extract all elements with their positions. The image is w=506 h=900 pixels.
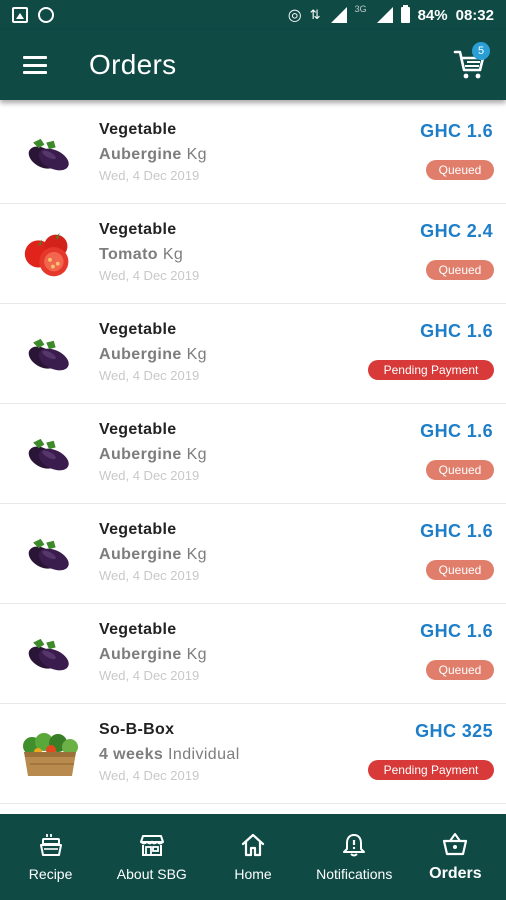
order-item-unit: Kg <box>186 346 207 363</box>
order-date: Wed, 4 Dec 2019 <box>99 268 200 283</box>
order-price: GHC 1.6 <box>420 521 493 541</box>
aubergine-image <box>18 420 82 484</box>
nav-recipe-label: Recipe <box>28 866 73 882</box>
order-row[interactable]: Vegetable Aubergine Kg Wed, 4 Dec 2019 G… <box>0 304 506 404</box>
order-item-line: Aubergine Kg <box>99 146 207 164</box>
order-row[interactable]: Vegetable Aubergine Kg Wed, 4 Dec 2019 G… <box>0 404 506 504</box>
page-title: Orders <box>89 49 177 80</box>
aubergine-image <box>18 620 82 684</box>
image-notification-icon <box>12 7 28 23</box>
signal-icon <box>329 7 347 23</box>
order-item-name: Aubergine <box>99 446 182 463</box>
order-price: GHC 325 <box>415 721 493 741</box>
store-icon <box>139 835 164 856</box>
home-icon <box>241 833 265 857</box>
order-category: Vegetable <box>99 121 177 138</box>
order-item-line: Aubergine Kg <box>99 446 207 464</box>
order-date: Wed, 4 Dec 2019 <box>99 368 200 383</box>
order-price: GHC 1.6 <box>420 421 493 441</box>
order-row[interactable]: Vegetable Aubergine Kg Wed, 4 Dec 2019 G… <box>0 604 506 704</box>
order-date: Wed, 4 Dec 2019 <box>99 468 200 483</box>
clock: 08:32 <box>455 6 494 24</box>
basket-icon <box>443 833 468 856</box>
order-item-name: 4 weeks <box>99 746 164 763</box>
nav-orders-label: Orders <box>429 865 482 882</box>
aubergine-image <box>18 120 82 184</box>
bell-icon <box>343 834 366 857</box>
order-item-name: Aubergine <box>99 346 182 363</box>
status-bar: ◎ ⇅ 3G 84% 08:32 <box>0 0 506 30</box>
hotspot-icon: ◎ <box>287 7 302 24</box>
order-item-line: Tomato Kg <box>99 246 183 264</box>
order-item-name: Aubergine <box>99 646 182 663</box>
app-bar: Orders 5 <box>0 30 506 100</box>
order-item-unit: Kg <box>186 446 207 463</box>
order-date: Wed, 4 Dec 2019 <box>99 768 200 783</box>
order-price: GHC 2.4 <box>420 221 493 241</box>
order-item-line: 4 weeks Individual <box>99 746 240 764</box>
network-type-label: 3G <box>354 4 367 14</box>
order-item-name: Aubergine <box>99 546 182 563</box>
status-badge: Queued <box>426 160 494 180</box>
status-badge: Queued <box>426 560 494 580</box>
cart-button[interactable]: 5 <box>452 42 490 82</box>
status-badge: Queued <box>426 260 494 280</box>
order-category: Vegetable <box>99 221 177 238</box>
nav-about[interactable]: About SBG <box>101 814 202 900</box>
order-price: GHC 1.6 <box>420 621 493 641</box>
order-price: GHC 1.6 <box>420 321 493 341</box>
nav-orders[interactable]: Orders <box>405 814 506 900</box>
data-transfer-icon: ⇅ <box>309 7 321 22</box>
order-row[interactable]: Vegetable Aubergine Kg Wed, 4 Dec 2019 G… <box>0 504 506 604</box>
order-item-unit: Individual <box>168 746 240 763</box>
order-category: Vegetable <box>99 421 177 438</box>
vegetable-box-image <box>18 720 82 784</box>
nav-recipe[interactable]: Recipe <box>0 814 101 900</box>
order-item-line: Aubergine Kg <box>99 646 207 664</box>
bottom-navigation: Recipe About SBG Home Notifications Orde… <box>0 814 506 900</box>
orders-list: Vegetable Aubergine Kg Wed, 4 Dec 2019 G… <box>0 104 506 804</box>
order-item-unit: Kg <box>186 146 207 163</box>
nav-about-label: About SBG <box>116 866 187 882</box>
hamburger-menu-icon[interactable] <box>23 56 47 74</box>
order-date: Wed, 4 Dec 2019 <box>99 668 200 683</box>
order-item-unit: Kg <box>186 546 207 563</box>
settings-notification-icon <box>38 7 54 23</box>
aubergine-image <box>18 520 82 584</box>
order-category: Vegetable <box>99 321 177 338</box>
order-item-name: Tomato <box>99 246 158 263</box>
nav-notifications[interactable]: Notifications <box>304 814 405 900</box>
aubergine-image <box>18 320 82 384</box>
status-badge: Queued <box>426 660 494 680</box>
status-badge: Pending Payment <box>368 760 494 780</box>
battery-percent: 84% <box>417 6 448 24</box>
status-badge: Queued <box>426 460 494 480</box>
order-category: So-B-Box <box>99 721 175 738</box>
recipe-icon <box>39 834 62 856</box>
cart-count-badge: 5 <box>472 42 490 60</box>
order-row[interactable]: Vegetable Aubergine Kg Wed, 4 Dec 2019 G… <box>0 104 506 204</box>
order-category: Vegetable <box>99 521 177 538</box>
order-item-name: Aubergine <box>99 146 182 163</box>
order-row[interactable]: So-B-Box 4 weeks Individual Wed, 4 Dec 2… <box>0 704 506 804</box>
order-item-line: Aubergine Kg <box>99 546 207 564</box>
order-item-line: Aubergine Kg <box>99 346 207 364</box>
order-item-unit: Kg <box>162 246 184 263</box>
battery-icon <box>400 5 410 23</box>
order-item-unit: Kg <box>186 646 207 663</box>
order-price: GHC 1.6 <box>420 121 493 141</box>
status-badge: Pending Payment <box>368 360 494 380</box>
nav-home[interactable]: Home <box>202 814 303 900</box>
order-date: Wed, 4 Dec 2019 <box>99 168 200 183</box>
nav-home-label: Home <box>234 866 272 882</box>
order-row[interactable]: Vegetable Tomato Kg Wed, 4 Dec 2019 GHC … <box>0 204 506 304</box>
order-date: Wed, 4 Dec 2019 <box>99 568 200 583</box>
tomato-image <box>18 220 82 284</box>
signal-icon-secondary <box>375 7 393 23</box>
nav-notifications-label: Notifications <box>316 866 393 882</box>
order-category: Vegetable <box>99 621 177 638</box>
